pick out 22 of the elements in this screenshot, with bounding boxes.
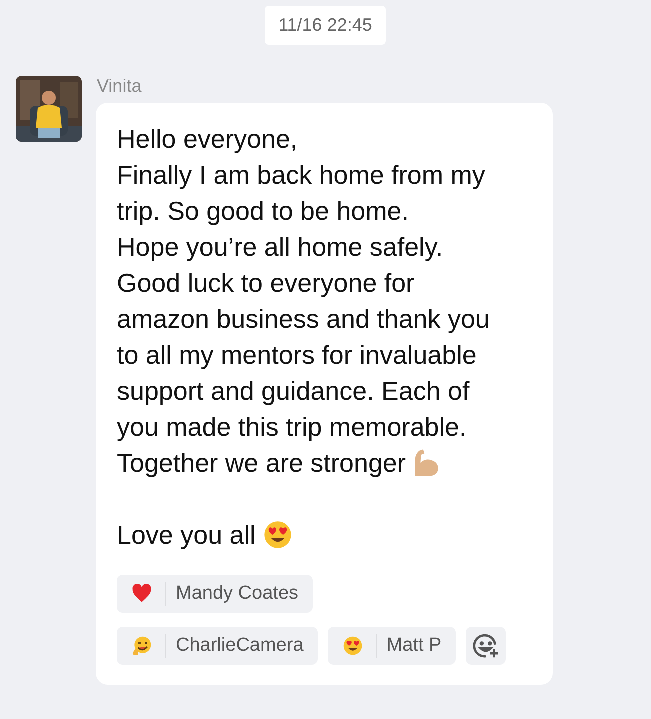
message-text: Together we are stronger: [117, 447, 406, 480]
message-text: you made this trip memorable.: [117, 411, 467, 444]
message-text: Good luck to everyone for: [117, 267, 415, 300]
message-text: Love you all: [117, 519, 256, 552]
reaction-chip[interactable]: Matt P: [328, 627, 456, 665]
add-reaction-button[interactable]: [466, 627, 506, 665]
message-text: Hope you’re all home safely.: [117, 231, 444, 264]
timestamp: 11/16 22:45: [264, 6, 386, 45]
heart-eyes-face-icon: [262, 519, 294, 551]
heart-icon: [131, 583, 153, 605]
reaction-chip[interactable]: Mandy Coates: [117, 575, 313, 613]
message-text: Hello everyone,: [117, 123, 298, 156]
winking-face-icon: [131, 635, 153, 657]
sender-name: Vinita: [96, 76, 143, 98]
message-text: trip. So good to be home.: [117, 195, 409, 228]
message-text: Finally I am back home from my: [117, 159, 486, 192]
reaction-chip[interactable]: CharlieCamera: [117, 627, 318, 665]
heart-eyes-face-icon: [342, 635, 364, 657]
message-text: to all my mentors for invaluable: [117, 339, 477, 372]
message-text: amazon business and thank you: [117, 303, 490, 336]
add-emoji-icon: [472, 632, 500, 660]
message-text: support and guidance. Each of: [117, 375, 470, 408]
